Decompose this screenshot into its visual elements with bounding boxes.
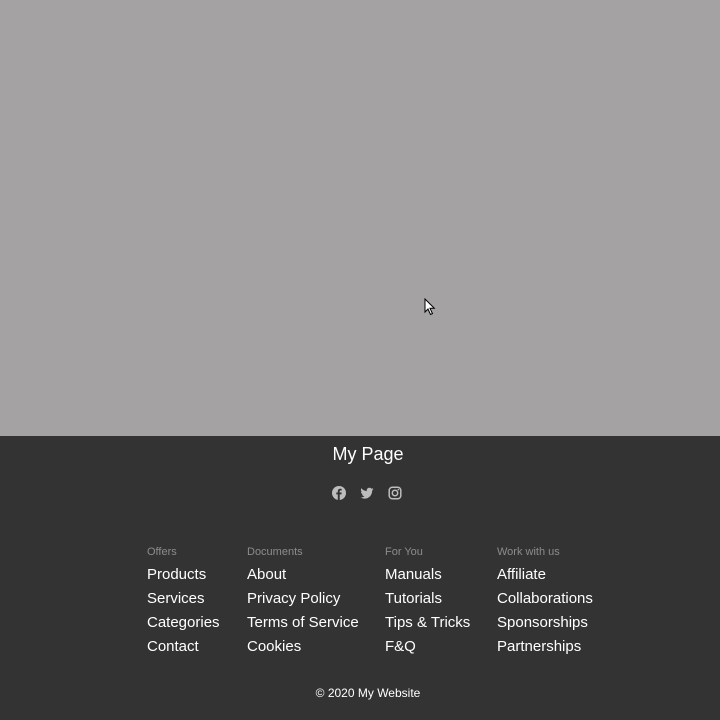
footer-link-services[interactable]: Services bbox=[147, 587, 220, 611]
mouse-cursor-icon bbox=[424, 298, 436, 316]
footer-link-cookies[interactable]: Cookies bbox=[247, 635, 359, 659]
footer-column-for-you: For You Manuals Tutorials Tips & Tricks … bbox=[385, 545, 470, 659]
footer-link-manuals[interactable]: Manuals bbox=[385, 563, 470, 587]
social-links bbox=[332, 486, 402, 500]
column-heading: Documents bbox=[247, 546, 303, 558]
footer-link-categories[interactable]: Categories bbox=[147, 611, 220, 635]
copyright-text: © 2020 My Website bbox=[315, 686, 421, 700]
footer-link-terms-of-service[interactable]: Terms of Service bbox=[247, 611, 359, 635]
footer-link-tutorials[interactable]: Tutorials bbox=[385, 587, 470, 611]
footer-brand-title: My Page bbox=[332, 444, 404, 464]
footer-link-partnerships[interactable]: Partnerships bbox=[497, 635, 593, 659]
instagram-icon[interactable] bbox=[388, 486, 402, 500]
footer-column-documents: Documents About Privacy Policy Terms of … bbox=[247, 545, 359, 659]
column-heading: For You bbox=[385, 546, 423, 558]
column-heading: Offers bbox=[147, 546, 177, 558]
footer-link-collaborations[interactable]: Collaborations bbox=[497, 587, 593, 611]
footer-link-fq[interactable]: F&Q bbox=[385, 635, 470, 659]
footer-link-sponsorships[interactable]: Sponsorships bbox=[497, 611, 593, 635]
column-heading: Work with us bbox=[497, 546, 560, 558]
site-footer: My Page Offers Products Services Categor… bbox=[0, 436, 720, 720]
footer-link-about[interactable]: About bbox=[247, 563, 359, 587]
footer-link-products[interactable]: Products bbox=[147, 563, 220, 587]
footer-link-privacy-policy[interactable]: Privacy Policy bbox=[247, 587, 359, 611]
footer-link-tips-tricks[interactable]: Tips & Tricks bbox=[385, 611, 470, 635]
facebook-icon[interactable] bbox=[332, 486, 346, 500]
twitter-icon[interactable] bbox=[360, 486, 374, 500]
footer-column-work-with-us: Work with us Affiliate Collaborations Sp… bbox=[497, 545, 593, 659]
content-area bbox=[0, 0, 720, 436]
footer-link-contact[interactable]: Contact bbox=[147, 635, 220, 659]
footer-column-offers: Offers Products Services Categories Cont… bbox=[147, 545, 220, 659]
page: My Page Offers Products Services Categor… bbox=[0, 0, 720, 720]
footer-link-affiliate[interactable]: Affiliate bbox=[497, 563, 593, 587]
